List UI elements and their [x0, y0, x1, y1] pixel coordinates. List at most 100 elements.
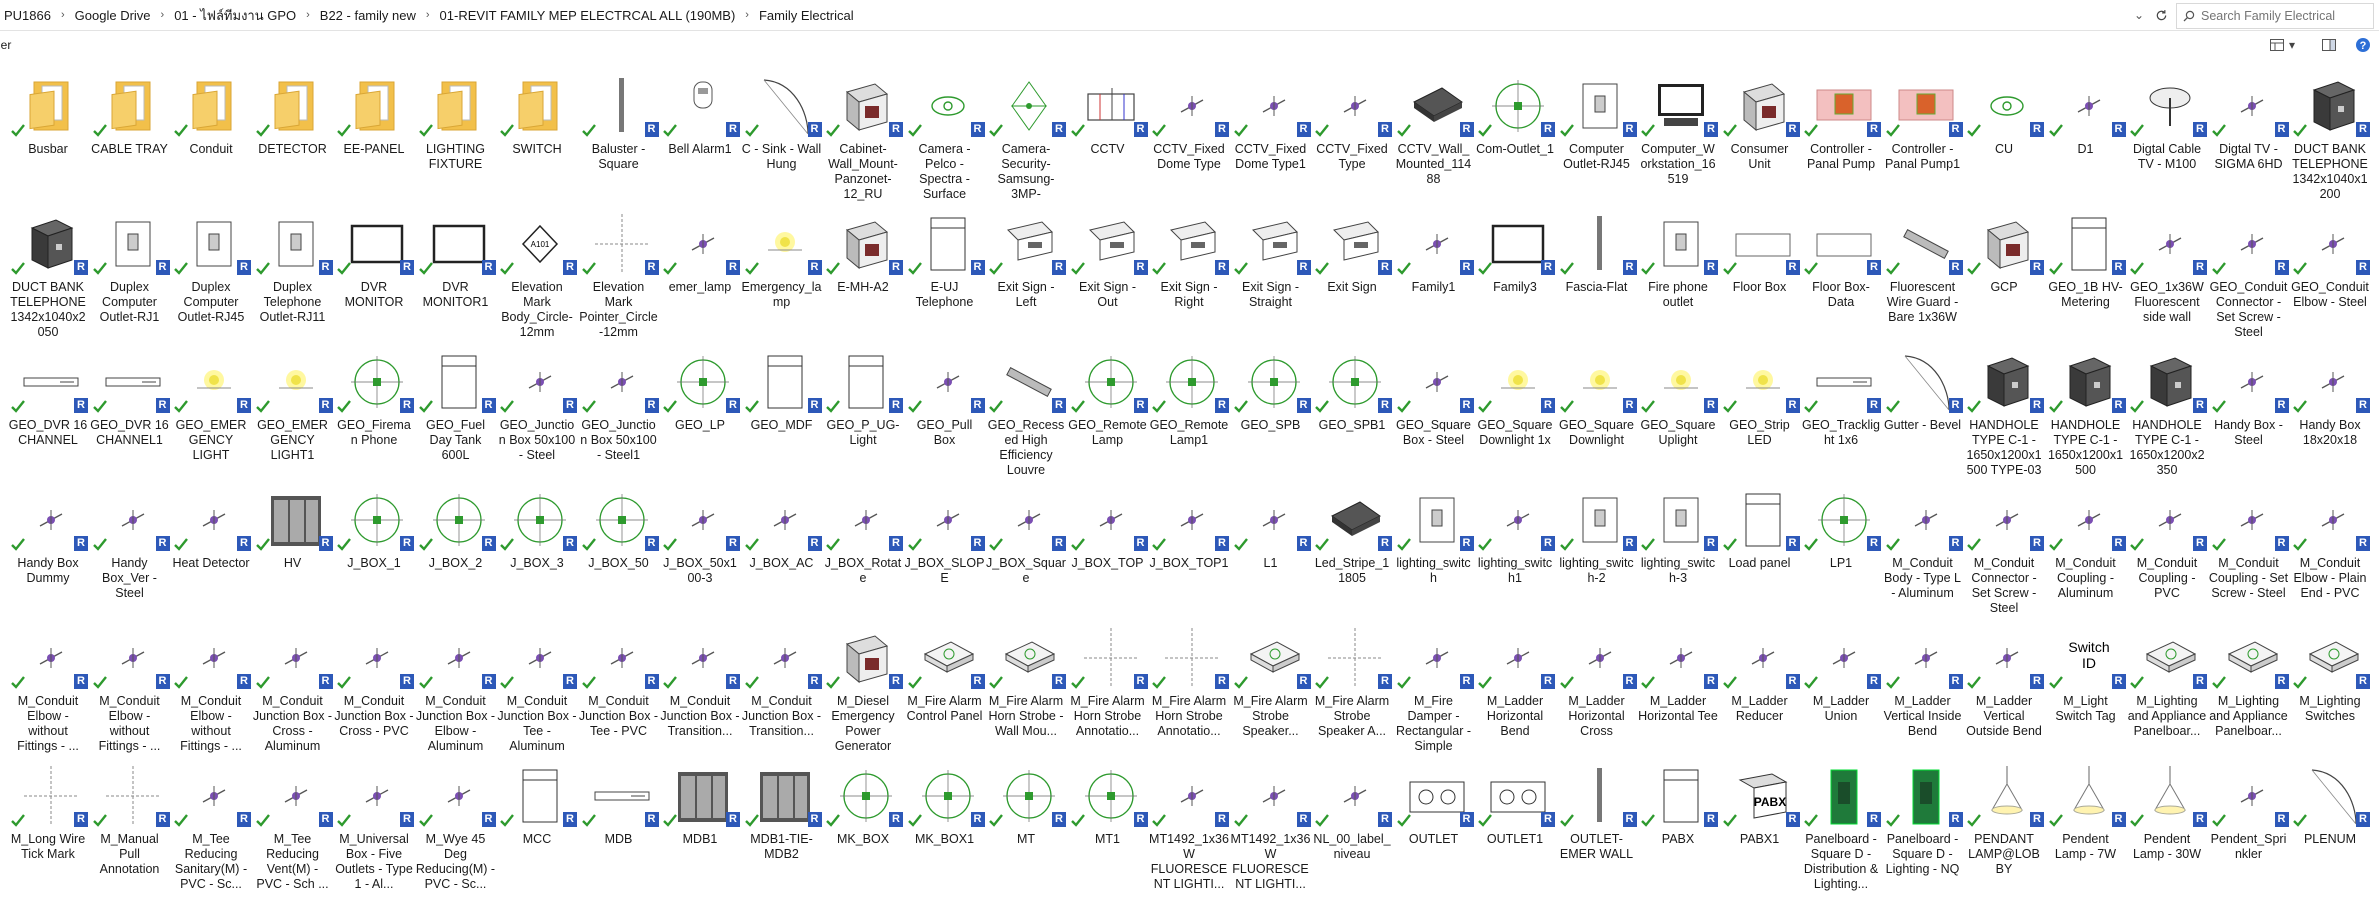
chevron-right-icon[interactable]: ›: [420, 9, 436, 21]
file-item[interactable]: R CU: [1964, 62, 2044, 198]
file-item[interactable]: R J_BOX_50x100-3: [660, 476, 740, 612]
file-item[interactable]: R Heat Detector: [171, 476, 251, 612]
file-item[interactable]: R M_Ladder Horizontal Cross: [1557, 614, 1637, 750]
file-item[interactable]: R Floor Box: [1720, 200, 1800, 336]
file-item[interactable]: R J_BOX_2: [416, 476, 496, 612]
file-item[interactable]: R Fascia-Flat: [1557, 200, 1637, 336]
file-item[interactable]: R M_Conduit Junction Box - Tee - Aluminum: [497, 614, 577, 753]
file-item[interactable]: R M_Tee Reducing Vent(M) - PVC - Sch ...: [253, 752, 333, 891]
file-item[interactable]: R M_Fire Alarm Strobe Speaker A...: [1312, 614, 1392, 750]
file-item[interactable]: R Floor Box-Data: [1801, 200, 1881, 336]
file-item[interactable]: R M_Fire Alarm Strobe Speaker...: [1231, 614, 1311, 750]
file-item[interactable]: R GEO_SPB: [1231, 338, 1311, 474]
file-item[interactable]: R GEO_Recessed High Efficiency Louvre: [986, 338, 1066, 477]
file-item[interactable]: EE-PANEL: [334, 62, 414, 198]
file-item[interactable]: R M_Conduit Elbow - without Fittings - ..…: [8, 614, 88, 753]
file-item[interactable]: R GEO_Square Uplight: [1638, 338, 1718, 474]
file-item[interactable]: R Computer Outlet-RJ45: [1557, 62, 1637, 198]
file-item[interactable]: R GEO_Fuel Day Tank 600L: [416, 338, 496, 474]
chevron-right-icon[interactable]: ›: [739, 9, 755, 21]
file-item[interactable]: R PLENUM: [2290, 752, 2370, 888]
file-item[interactable]: R PENDANT LAMP@LOBBY: [1964, 752, 2044, 888]
file-item[interactable]: R CCTV_Fixed Dome Type: [1149, 62, 1229, 198]
file-item[interactable]: R M_Wye 45 Deg Reducing(M) - PVC - Sc...: [416, 752, 496, 891]
file-item[interactable]: R M_Fire Alarm Horn Strobe - Wall Mou...: [986, 614, 1066, 750]
file-item[interactable]: R GEO_Remote Lamp1: [1149, 338, 1229, 474]
file-item[interactable]: R Digtal Cable TV - M100: [2127, 62, 2207, 198]
file-item[interactable]: R Baluster - Square: [579, 62, 659, 198]
breadcrumb-item[interactable]: Google Drive: [71, 8, 155, 23]
file-item[interactable]: R M_Fire Alarm Horn Strobe Annotatio...: [1068, 614, 1148, 750]
file-item[interactable]: R Consumer Unit: [1720, 62, 1800, 198]
file-item[interactable]: R Family3: [1475, 200, 1555, 336]
file-item[interactable]: R CCTV_Fixed Dome Type1: [1231, 62, 1311, 198]
file-item[interactable]: R GEO_Conduit Connector - Set Screw - Ste…: [2209, 200, 2289, 339]
file-item[interactable]: R Fire phone outlet: [1638, 200, 1718, 336]
file-item[interactable]: R L1: [1231, 476, 1311, 612]
file-item[interactable]: R GEO_SPB1: [1312, 338, 1392, 474]
breadcrumb-item[interactable]: B22 - family new: [316, 8, 420, 23]
file-item[interactable]: R GEO_LP: [660, 338, 740, 474]
file-item[interactable]: R M_Ladder Union: [1801, 614, 1881, 750]
file-item[interactable]: R MT: [986, 752, 1066, 888]
file-item[interactable]: Remer_lamp: [660, 200, 740, 336]
file-item[interactable]: R GEO_EMERGENCY LIGHT1: [253, 338, 333, 474]
file-item[interactable]: R M_Ladder Vertical Inside Bend: [1883, 614, 1963, 750]
file-item[interactable]: R HANDHOLE TYPE C-1 - 1650x1200x2350: [2127, 338, 2207, 477]
refresh-icon[interactable]: [2150, 4, 2172, 26]
file-item[interactable]: Rlighting_switch-2: [1557, 476, 1637, 612]
file-item[interactable]: R Handy Box Dummy: [8, 476, 88, 612]
chevron-right-icon[interactable]: ›: [55, 9, 71, 21]
file-item[interactable]: R E-UJ Telephone: [905, 200, 985, 336]
file-item[interactable]: Rlighting_switch-3: [1638, 476, 1718, 612]
file-item[interactable]: R M_Fire Damper - Rectangular - Simple: [1394, 614, 1474, 753]
file-item[interactable]: R GEO_Junction Box 50x100 - Steel: [497, 338, 577, 474]
file-item[interactable]: R Pendent Lamp - 30W: [2127, 752, 2207, 888]
breadcrumb-item[interactable]: PU1866: [0, 8, 55, 23]
history-dropdown-icon[interactable]: ⌄: [2128, 4, 2150, 26]
file-item[interactable]: R M_Conduit Coupling - PVC: [2127, 476, 2207, 612]
file-item[interactable]: R MK_BOX1: [905, 752, 985, 888]
breadcrumb-item[interactable]: Family Electrical: [755, 8, 858, 23]
chevron-right-icon[interactable]: ›: [300, 9, 316, 21]
file-item[interactable]: R GEO_1x36W Fluorescent side wall: [2127, 200, 2207, 336]
file-item[interactable]: R Exit Sign - Out: [1068, 200, 1148, 336]
file-item[interactable]: R Handy Box - Steel: [2209, 338, 2289, 474]
file-item[interactable]: R Emergency_lamp: [742, 200, 822, 336]
file-item[interactable]: R GEO_Fireman Phone: [334, 338, 414, 474]
file-item[interactable]: Rlighting_switch: [1394, 476, 1474, 612]
file-item[interactable]: R CCTV_Fixed Type: [1312, 62, 1392, 198]
file-item[interactable]: R MT1492_1x36W FLUORESCENT LIGHTI...: [1149, 752, 1229, 891]
file-item[interactable]: R Camera-Security-Samsung-3MP-HD_Network_…: [986, 62, 1066, 201]
file-item[interactable]: R MT1492_1x36W FLUORESCENT LIGHTI...: [1231, 752, 1311, 891]
file-item[interactable]: R PABX: [1638, 752, 1718, 888]
file-item[interactable]: R M_Lighting and Appliance Panelboar...: [2127, 614, 2207, 750]
file-item[interactable]: R GEO_Tracklight 1x6: [1801, 338, 1881, 474]
file-item[interactable]: R J_BOX_1: [334, 476, 414, 612]
file-item[interactable]: R DVR MONITOR1: [416, 200, 496, 336]
file-item[interactable]: R NL_00_label_niveau: [1312, 752, 1392, 888]
file-item[interactable]: R J_BOX_3: [497, 476, 577, 612]
file-item[interactable]: Busbar: [8, 62, 88, 198]
file-item[interactable]: R M_Conduit Elbow - Plain End - PVC: [2290, 476, 2370, 612]
file-item[interactable]: R GEO_EMERGENCY LIGHT: [171, 338, 251, 474]
file-item[interactable]: Conduit: [171, 62, 251, 198]
file-item[interactable]: R HANDHOLE TYPE C-1 - 1650x1200x1500: [2046, 338, 2126, 477]
file-item[interactable]: R Load panel: [1720, 476, 1800, 612]
file-item[interactable]: LIGHTING FIXTURE: [416, 62, 496, 198]
file-item[interactable]: R OUTLET: [1394, 752, 1474, 888]
file-item[interactable]: R M_Diesel Emergency Power Generator: [823, 614, 903, 753]
file-item[interactable]: R Elevation Mark Pointer_Circle-12mm: [579, 200, 659, 339]
chevron-right-icon[interactable]: ›: [155, 9, 171, 21]
file-item[interactable]: R M_Long Wire Tick Mark: [8, 752, 88, 888]
file-item[interactable]: R Family1: [1394, 200, 1474, 336]
file-item[interactable]: R J_BOX_Rotate: [823, 476, 903, 612]
file-item[interactable]: R M_Conduit Body - Type L - Aluminum: [1883, 476, 1963, 612]
file-item[interactable]: R J_BOX_TOP1: [1149, 476, 1229, 612]
file-item[interactable]: R MDB: [579, 752, 659, 888]
file-item[interactable]: R GEO_Pull Box: [905, 338, 985, 474]
file-item[interactable]: R GEO_Square Downlight 1x: [1475, 338, 1555, 474]
file-item[interactable]: R GEO_DVR 16 CHANNEL: [8, 338, 88, 474]
file-item[interactable]: R M_Conduit Junction Box - Transition...: [742, 614, 822, 750]
file-item[interactable]: R CCTV_Wall_Mounted_11488: [1394, 62, 1474, 198]
